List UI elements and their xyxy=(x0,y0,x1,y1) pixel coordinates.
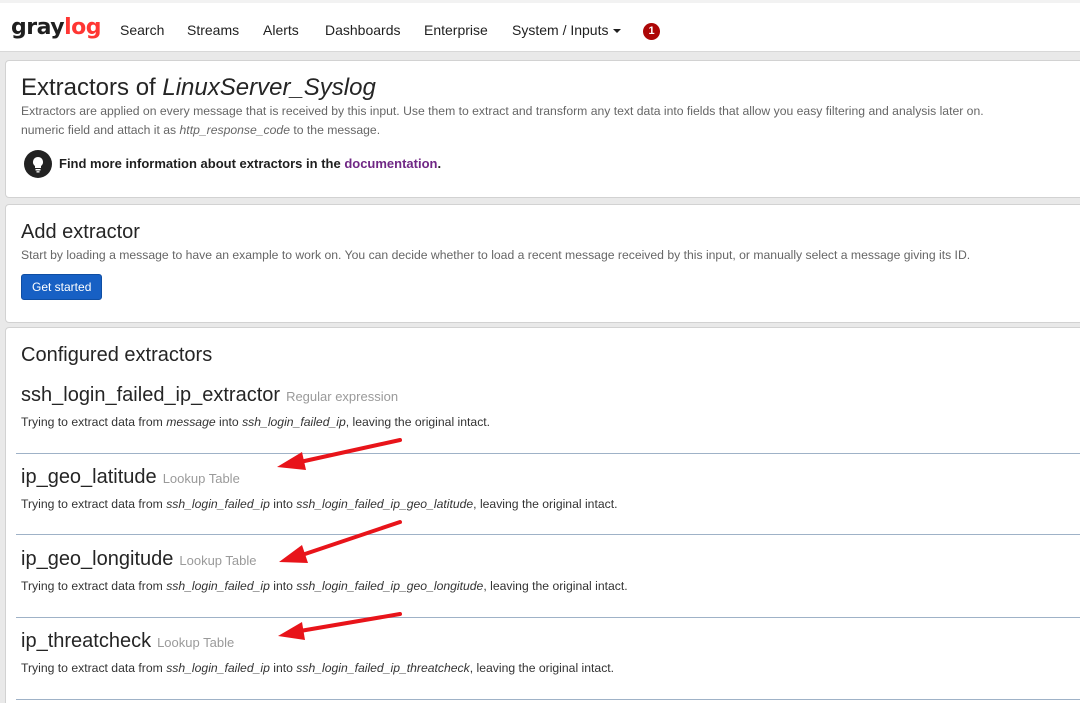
add-extractor-description: Start by loading a message to have an ex… xyxy=(21,248,971,262)
page-title-prefix: Extractors of xyxy=(21,74,163,101)
target-field: ssh_login_failed_ip xyxy=(242,415,346,429)
documentation-link[interactable]: documentation xyxy=(344,156,437,171)
nav-dashboards[interactable]: Dashboards xyxy=(325,21,401,39)
configured-extractors-heading: Configured extractors xyxy=(21,344,213,366)
extractor-name: ip_geo_longitude xyxy=(21,548,174,570)
desc-suffix: , leaving the original intact. xyxy=(483,579,628,593)
source-field: message xyxy=(166,415,216,429)
add-extractor-heading: Add extractor xyxy=(21,221,140,243)
extractor-item: ip_geo_latitude Lookup Table Trying to ex… xyxy=(21,465,1080,513)
extractor-description: Trying to extract data from ssh_login_fa… xyxy=(21,659,1080,677)
desc2-suffix: to the message. xyxy=(289,123,381,137)
extractors-header-panel: Extractors of LinuxServer_Syslog Extract… xyxy=(5,60,1080,198)
desc-suffix: , leaving the original intact. xyxy=(345,415,491,429)
source-field: ssh_login_failed_ip xyxy=(166,661,270,675)
get-started-button[interactable]: Get started xyxy=(21,274,103,300)
target-field: ssh_login_failed_ip_geo_longitude xyxy=(296,579,484,593)
header-description-line1: Extractors are applied on every message … xyxy=(21,104,984,118)
desc2-prefix: numeric field and attach it as xyxy=(21,123,180,137)
top-navbar: graylog Search Streams Alerts Dashboards… xyxy=(0,0,1080,52)
extractor-divider xyxy=(16,699,1080,700)
desc-middle: into xyxy=(269,579,297,593)
configured-extractors-panel: Configured extractors ssh_login_failed_i… xyxy=(5,327,1080,703)
extractor-name: ip_geo_latitude xyxy=(21,466,157,488)
extractor-type: Regular expression xyxy=(286,389,399,404)
desc-middle: into xyxy=(215,415,243,429)
nav-streams[interactable]: Streams xyxy=(187,21,239,39)
extractor-name-row: ip_geo_latitude Lookup Table xyxy=(21,465,1080,491)
extractor-name: ssh_login_failed_ip_extractor xyxy=(21,384,281,406)
source-field: ssh_login_failed_ip xyxy=(166,497,270,511)
source-field: ssh_login_failed_ip xyxy=(166,579,270,593)
add-extractor-panel: Add extractor Start by loading a message… xyxy=(5,204,1080,323)
header-description-line2: numeric field and attach it as http_resp… xyxy=(21,121,380,140)
desc-prefix: Trying to extract data from xyxy=(21,415,167,429)
nav-search[interactable]: Search xyxy=(120,21,164,39)
extractor-name-row: ip_geo_longitude Lookup Table xyxy=(21,547,1080,573)
nav-system-inputs-dropdown[interactable]: System / Inputs xyxy=(512,21,622,39)
extractor-divider xyxy=(16,534,1080,535)
nav-alerts[interactable]: Alerts xyxy=(263,21,299,39)
desc-suffix: , leaving the original intact. xyxy=(473,497,618,511)
extractor-divider xyxy=(16,453,1080,454)
caret-down-icon xyxy=(613,29,622,34)
desc-middle: into xyxy=(269,661,297,675)
desc-middle: into xyxy=(269,497,297,511)
nav-system-inputs-label: System / Inputs xyxy=(512,22,609,38)
extractor-name-row: ip_threatcheck Lookup Table xyxy=(21,629,1080,655)
extractor-description: Trying to extract data from ssh_login_fa… xyxy=(21,495,1080,513)
documentation-info: Find more information about extractors i… xyxy=(59,155,441,173)
desc-prefix: Trying to extract data from xyxy=(21,579,167,593)
desc2-field: http_response_code xyxy=(179,123,290,137)
extractor-type: Lookup Table xyxy=(179,553,257,568)
extractor-name: ip_threatcheck xyxy=(21,630,152,652)
target-field: ssh_login_failed_ip_threatcheck xyxy=(296,661,470,675)
notification-badge[interactable]: 1 xyxy=(643,23,660,40)
extractor-name-row: ssh_login_failed_ip_extractor Regular exp… xyxy=(21,383,1080,409)
extractor-item: ip_threatcheck Lookup Table Trying to ext… xyxy=(21,629,1080,677)
extractor-item: ip_geo_longitude Lookup Table Trying to e… xyxy=(21,547,1080,595)
desc-prefix: Trying to extract data from xyxy=(21,497,167,511)
extractor-type: Lookup Table xyxy=(162,471,240,486)
graylog-logo[interactable]: graylog xyxy=(11,15,102,41)
info-text: Find more information about extractors i… xyxy=(59,156,345,171)
extractor-item: ssh_login_failed_ip_extractor Regular exp… xyxy=(21,383,1080,431)
desc-prefix: Trying to extract data from xyxy=(21,661,167,675)
page-title: Extractors of LinuxServer_Syslog xyxy=(21,73,376,103)
extractor-description: Trying to extract data from message into… xyxy=(21,413,1080,431)
lightbulb-icon xyxy=(24,150,52,178)
logo-text-log: log xyxy=(64,15,102,40)
desc-suffix: , leaving the original intact. xyxy=(469,661,615,675)
info-end: . xyxy=(437,156,442,171)
nav-enterprise[interactable]: Enterprise xyxy=(424,21,488,39)
extractor-type: Lookup Table xyxy=(157,635,235,650)
extractor-divider xyxy=(16,617,1080,618)
extractor-description: Trying to extract data from ssh_login_fa… xyxy=(21,577,1080,595)
logo-text-gray: gray xyxy=(11,15,65,40)
target-field: ssh_login_failed_ip_geo_latitude xyxy=(296,497,474,511)
page-title-input-name: LinuxServer_Syslog xyxy=(162,74,376,101)
